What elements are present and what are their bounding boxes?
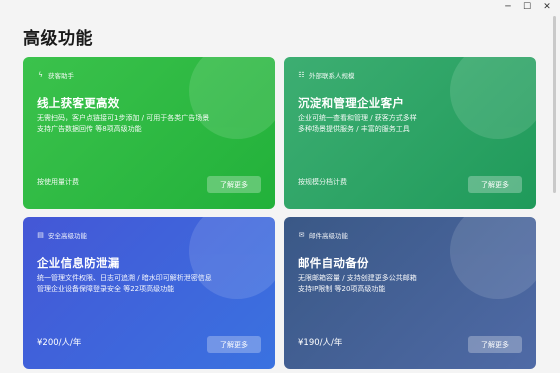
pricing-note: 按使用量计费	[37, 178, 79, 186]
shield-icon: ▤	[37, 231, 44, 239]
card-title: 沉淀和管理企业客户	[298, 96, 405, 110]
scrollbar[interactable]	[553, 16, 556, 193]
lightning-icon: ϟ	[38, 71, 43, 79]
learn-more-button[interactable]: 了解更多	[468, 176, 522, 193]
learn-more-button[interactable]: 了解更多	[207, 176, 261, 193]
card-customer-acquisition: ϟ 获客助手 线上获客更高效 无需扫码，客户点链接可1步添加 / 可用于各类广告…	[23, 57, 275, 209]
card-tag: ϟ 获客助手	[37, 70, 74, 80]
learn-more-button[interactable]: 了解更多	[468, 336, 522, 353]
desc-line: 无需扫码，客户点链接可1步添加 / 可用于各类广告场景	[37, 114, 210, 122]
page-title: 高级功能	[23, 29, 93, 49]
decorative-shape	[450, 57, 536, 139]
card-description: 无需扫码，客户点链接可1步添加 / 可用于各类广告场景 支持广告数据回传 等8项…	[37, 113, 262, 135]
desc-line: 支持IP限制 等20项高级功能	[298, 285, 386, 293]
card-tag: ▤ 安全高级功能	[37, 230, 87, 240]
price-label: ¥190/人/年	[298, 338, 343, 348]
mail-icon: ✉	[298, 231, 305, 239]
learn-more-button[interactable]: 了解更多	[207, 336, 261, 353]
decorative-shape	[450, 217, 536, 299]
card-external-contacts: ☷ 外部联系人规模 沉淀和管理企业客户 企业可统一查看和管理 / 获客方式多样 …	[284, 57, 536, 209]
card-tag: ✉ 邮件高级功能	[298, 230, 348, 240]
card-tag: ☷ 外部联系人规模	[298, 70, 355, 80]
desc-line: 企业可统一查看和管理 / 获客方式多样	[298, 114, 417, 122]
decorative-shape	[189, 57, 275, 139]
card-title: 线上获客更高效	[37, 96, 120, 110]
desc-line: 多种场景提供服务 / 丰富的服务工具	[298, 125, 410, 133]
card-description: 无限邮箱容量 / 支持创建更多公共邮箱 支持IP限制 等20项高级功能	[298, 273, 523, 295]
card-tag-label: 邮件高级功能	[309, 232, 348, 240]
card-title: 邮件自动备份	[298, 256, 369, 270]
card-tag-label: 获客助手	[48, 72, 74, 80]
card-title: 企业信息防泄漏	[37, 256, 120, 270]
card-tag-label: 安全高级功能	[48, 232, 87, 240]
close-button[interactable]: ✕	[537, 0, 557, 14]
desc-line: 无限邮箱容量 / 支持创建更多公共邮箱	[298, 274, 417, 282]
decorative-shape	[189, 217, 275, 299]
card-tag-label: 外部联系人规模	[309, 72, 355, 80]
minimize-button[interactable]: ─	[498, 0, 518, 14]
pricing-note: 按规模分档计费	[298, 178, 347, 186]
card-description: 企业可统一查看和管理 / 获客方式多样 多种场景提供服务 / 丰富的服务工具	[298, 113, 523, 135]
contacts-icon: ☷	[298, 71, 305, 79]
desc-line: 统一管理文件权限、日志可追溯 / 暗水印可解析泄密信息	[37, 274, 212, 282]
desc-line: 管理企业设备保障登录安全 等22项高级功能	[37, 285, 175, 293]
desc-line: 支持广告数据回传 等8项高级功能	[37, 125, 142, 133]
maximize-button[interactable]: ☐	[517, 0, 537, 14]
title-bar: ─ ☐ ✕	[0, 0, 560, 14]
price-label: ¥200/人/年	[37, 338, 82, 348]
card-description: 统一管理文件权限、日志可追溯 / 暗水印可解析泄密信息 管理企业设备保障登录安全…	[37, 273, 262, 295]
card-mail: ✉ 邮件高级功能 邮件自动备份 无限邮箱容量 / 支持创建更多公共邮箱 支持IP…	[284, 217, 536, 369]
app-window: ─ ☐ ✕ 高级功能 ϟ 获客助手 线上获客更高效 无需扫码，客户点链接可1步添…	[0, 0, 560, 373]
card-security: ▤ 安全高级功能 企业信息防泄漏 统一管理文件权限、日志可追溯 / 暗水印可解析…	[23, 217, 275, 369]
